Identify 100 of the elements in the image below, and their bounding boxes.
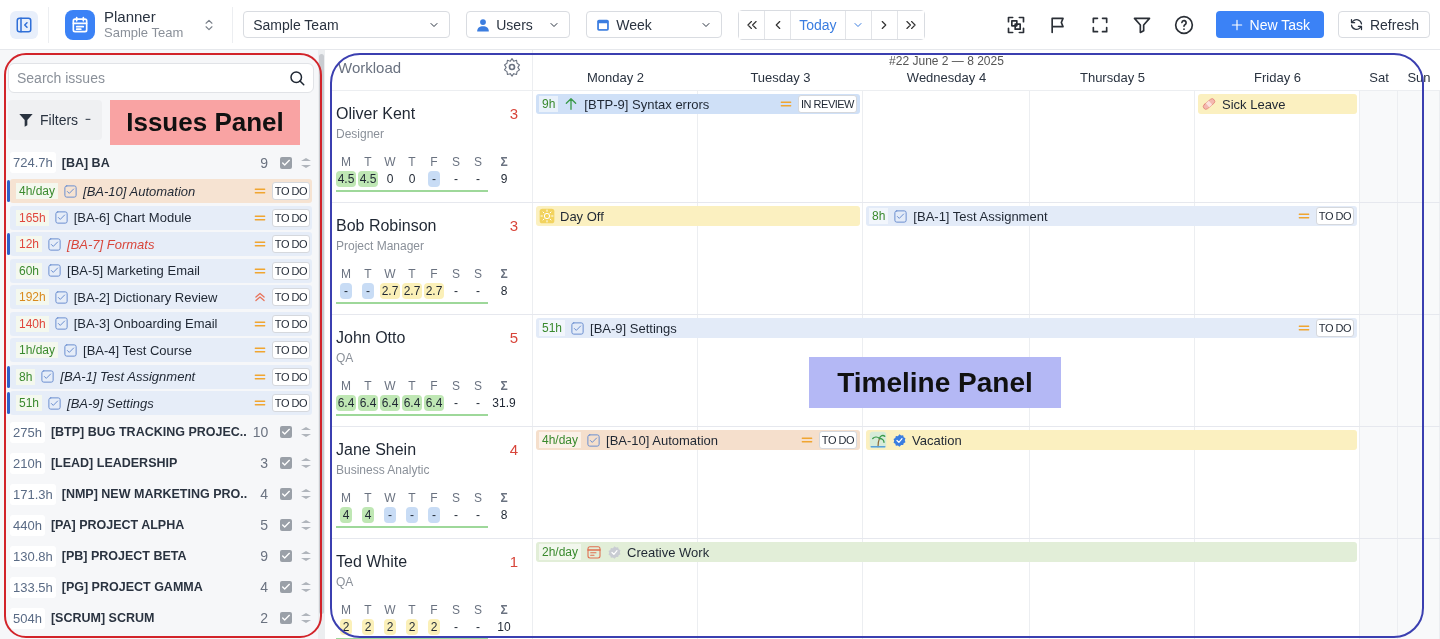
project-group-row[interactable]: 440h [PA] PROJECT ALPHA 5 <box>8 509 314 541</box>
issue-hours: 140h <box>16 315 49 332</box>
new-task-button[interactable]: New Task <box>1215 11 1324 38</box>
annotation-label: Issues Panel <box>110 100 300 145</box>
capture-icon <box>1005 14 1026 35</box>
palm-tree-icon <box>869 431 887 449</box>
task-bar[interactable]: Sick Leave <box>1198 94 1357 114</box>
project-group-row[interactable]: 171.3h [NMP] NEW MARKETING PRO.. 4 <box>8 478 314 510</box>
app-subtitle: Sample Team <box>104 24 184 41</box>
issue-title: [BA-5] Marketing Email <box>67 263 201 279</box>
checkbox-icon <box>63 342 79 358</box>
weekday-label: S <box>452 491 460 505</box>
scrollbar[interactable] <box>318 50 325 639</box>
project-name: [SCRUM] SCRUM <box>50 611 156 625</box>
calendar-check-icon[interactable] <box>278 486 294 502</box>
project-name: [PG] PROJECT GAMMA <box>61 580 204 594</box>
calendar-check-icon[interactable] <box>278 455 294 471</box>
issue-hours: 60h <box>16 262 43 279</box>
status-badge: TO DO <box>271 394 310 413</box>
sum-label: Σ <box>500 267 508 281</box>
search-field[interactable]: Search issues <box>8 63 314 93</box>
issue-hours: 51h <box>16 395 43 412</box>
weekday-label: T <box>364 267 372 281</box>
checkbox-icon <box>53 210 69 226</box>
issue-title: [BA-3] Onboarding Email <box>73 316 219 332</box>
task-bar[interactable]: 4h/day [BA-10] Automation TO DO <box>536 430 860 450</box>
week-label: #22 June 2 — 8 2025 <box>889 54 1004 68</box>
first-button[interactable] <box>739 10 766 39</box>
project-group-row[interactable]: 130.8h [PB] PROJECT BETA 9 <box>8 540 314 572</box>
issue-row[interactable]: 51h [BA-9] Settings TO DO <box>10 391 312 416</box>
checkbox-icon <box>47 395 63 411</box>
total-hours: 9 <box>499 171 509 187</box>
weekday-label: W <box>384 603 396 617</box>
issue-row[interactable]: 165h [BA-6] Chart Module TO DO <box>10 205 312 230</box>
project-group-row[interactable]: 275h [BTP] BUG TRACKING PROJEC.. 10 <box>8 416 314 448</box>
range-select[interactable]: Week <box>586 11 723 38</box>
task-bar[interactable]: 8h [BA-1] Test Assignment TO DO <box>866 206 1357 226</box>
project-group-row[interactable]: 504h [SCRUM] SCRUM 2 <box>8 602 314 634</box>
day-header: Sat <box>1368 69 1390 87</box>
settings-icon[interactable] <box>502 57 522 77</box>
issue-row[interactable]: 12h [BA-7] Formats TO DO <box>10 232 312 257</box>
sum-label: Σ <box>500 155 508 169</box>
annotation-label: Timeline Panel <box>809 357 1061 408</box>
calendar-check-icon[interactable] <box>278 548 294 564</box>
calendar-check-icon[interactable] <box>278 610 294 626</box>
issue-row[interactable]: 192h [BA-2] Dictionary Review TO DO <box>10 285 312 310</box>
task-hours: 51h <box>539 320 566 336</box>
weekday-label: T <box>408 491 416 505</box>
weekday-label: F <box>430 379 438 393</box>
day-header: Wednesday 4 <box>905 69 988 87</box>
task-title: Vacation <box>912 432 963 448</box>
weekday-label: T <box>364 155 372 169</box>
issue-row[interactable]: 140h [BA-3] Onboarding Email TO DO <box>10 311 312 336</box>
project-group-row[interactable]: 724.7h [BA] BA 9 <box>8 147 314 178</box>
checkbox-icon <box>47 236 63 252</box>
task-bar[interactable]: 2h/day Creative Work <box>536 542 1357 562</box>
task-bar[interactable]: 9h [BTP-9] Syntax errors IN REVIEW <box>536 94 860 114</box>
calendar-icon <box>586 544 603 560</box>
team-select[interactable]: Sample Team <box>243 11 451 38</box>
weekday-label: T <box>408 379 416 393</box>
calendar-check-icon[interactable] <box>278 579 294 595</box>
task-title: [BA-1] Test Assignment <box>913 208 1049 224</box>
issue-row[interactable]: 4h/day [BA-10] Automation TO DO <box>10 179 312 204</box>
help-button[interactable] <box>1172 13 1195 36</box>
sum-label: Σ <box>500 379 508 393</box>
refresh-button[interactable]: Refresh <box>1337 11 1430 38</box>
issue-hours: 8h <box>16 368 36 385</box>
task-bar[interactable]: Vacation <box>866 430 1357 450</box>
calendar-check-icon[interactable] <box>278 517 294 533</box>
sidebar-toggle-button[interactable] <box>10 10 38 39</box>
filter-icon <box>18 112 34 128</box>
task-bar[interactable]: 51h [BA-9] Settings TO DO <box>536 318 1357 338</box>
project-group-row[interactable]: 210h [LEAD] LEADERSHIP 3 <box>8 447 314 479</box>
issue-row[interactable]: 8h [BA-1] Test Assignment TO DO <box>10 364 312 389</box>
search-icon[interactable] <box>288 69 306 87</box>
project-group-row[interactable]: 133.5h [PG] PROJECT GAMMA 4 <box>8 571 314 603</box>
day-hours: 2.7 <box>401 283 423 299</box>
weekday-label: T <box>408 267 416 281</box>
project-name: [PA] PROJECT ALPHA <box>50 518 186 532</box>
verified-badge-icon <box>892 432 907 448</box>
calendar-check-icon[interactable] <box>278 154 294 171</box>
day-hours: 6.4 <box>335 395 357 411</box>
person-name: Ted White <box>336 553 408 571</box>
task-hours: 2h/day <box>539 544 582 560</box>
issue-hours: 1h/day <box>16 342 59 359</box>
project-name: [PB] PROJECT BETA <box>61 549 188 563</box>
day-hours: - <box>428 171 440 187</box>
issue-row[interactable]: 60h [BA-5] Marketing Email TO DO <box>10 258 312 283</box>
task-count: 1 <box>509 553 518 570</box>
issue-title: [BA-2] Dictionary Review <box>73 289 219 305</box>
project-name: [BTP] BUG TRACKING PROJEC.. <box>50 425 247 439</box>
checkbox-icon <box>40 369 56 385</box>
filters-button[interactable]: Filters <box>8 100 103 140</box>
weekday-label: M <box>341 491 351 505</box>
status-badge: TO DO <box>1315 207 1354 225</box>
task-bar[interactable]: Day Off <box>536 206 860 226</box>
calendar-check-icon[interactable] <box>278 424 295 440</box>
weekday-label: T <box>364 491 372 505</box>
issue-row[interactable]: 1h/day [BA-4] Test Course TO DO <box>10 338 312 363</box>
group-by-select[interactable]: Users <box>466 11 571 38</box>
